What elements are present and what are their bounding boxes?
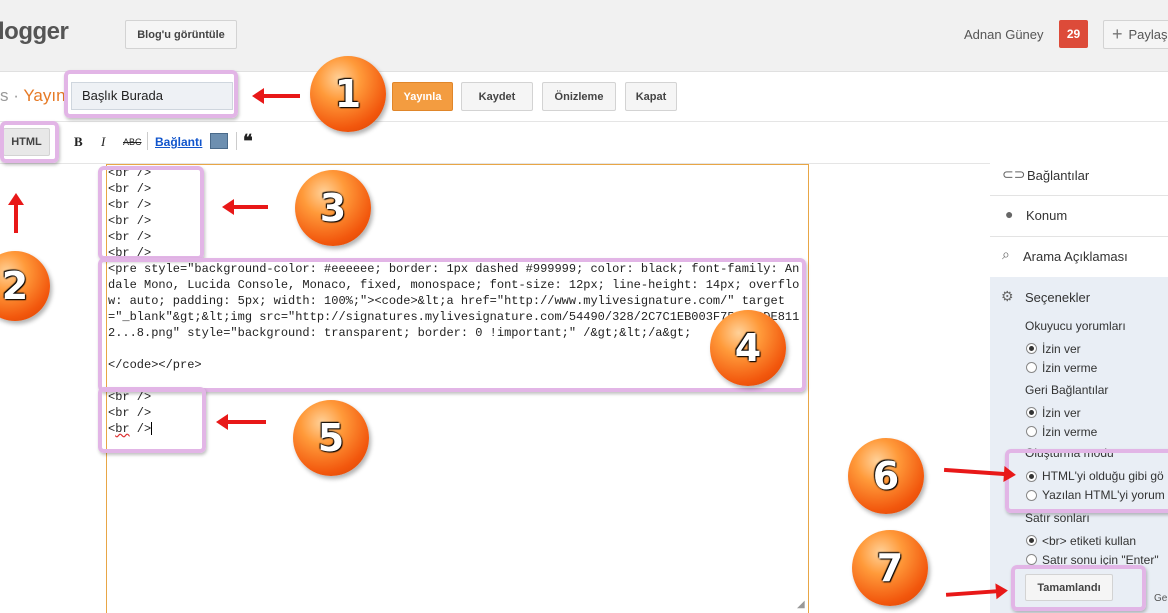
- use-br-label[interactable]: <br> etiketi kullan: [1042, 534, 1136, 548]
- save-button[interactable]: Kaydet: [461, 82, 533, 111]
- highlight-html-tab: [0, 121, 59, 163]
- sidebar-item-search-description[interactable]: ⌕ Arama Açıklaması: [990, 237, 1168, 278]
- radio-backlinks-allow[interactable]: [1026, 407, 1037, 418]
- toolbar-divider: [236, 132, 237, 150]
- bold-button[interactable]: B: [74, 134, 83, 150]
- resize-handle-icon[interactable]: ◢: [797, 599, 805, 610]
- backlinks-disallow-label[interactable]: İzin verme: [1042, 425, 1097, 439]
- callout-1: 1: [310, 56, 386, 132]
- callout-3: 3: [295, 170, 371, 246]
- quote-icon[interactable]: ❝: [243, 131, 253, 152]
- preview-button[interactable]: Önizleme: [542, 82, 616, 111]
- callout-7: 7: [852, 530, 928, 606]
- highlight-done: [1011, 565, 1146, 611]
- radio-use-br[interactable]: [1026, 535, 1037, 546]
- italic-button[interactable]: I: [101, 134, 105, 150]
- notification-badge[interactable]: 29: [1059, 20, 1088, 48]
- radio-comments-disallow[interactable]: [1026, 362, 1037, 373]
- backlinks-label: Geri Bağlantılar: [1025, 383, 1109, 397]
- callout-4: 4: [710, 310, 786, 386]
- arrow-3: [222, 199, 268, 215]
- callout-6: 6: [848, 438, 924, 514]
- reader-comments-label: Okuyucu yorumları: [1025, 319, 1126, 333]
- share-label: Paylaş: [1128, 27, 1168, 42]
- view-blog-button[interactable]: Blog'u görüntüle: [125, 20, 237, 49]
- comments-disallow-label[interactable]: İzin verme: [1042, 361, 1097, 375]
- image-icon[interactable]: [210, 133, 228, 149]
- arrow-5: [216, 414, 266, 430]
- location-pin-icon: ●: [1005, 206, 1014, 222]
- arrow-1: [252, 88, 300, 104]
- radio-enter-line[interactable]: [1026, 554, 1037, 565]
- highlight-compose-mode: [1005, 449, 1168, 513]
- link-button[interactable]: Bağlantı: [155, 135, 202, 149]
- blogger-logo[interactable]: logger: [0, 18, 69, 46]
- radio-comments-allow[interactable]: [1026, 343, 1037, 354]
- share-button[interactable]: + Paylaş: [1103, 20, 1168, 49]
- breadcrumb: s · Yayın: [0, 86, 66, 105]
- backlinks-allow-label[interactable]: İzin ver: [1042, 406, 1081, 420]
- gear-icon: ⚙: [1001, 288, 1014, 304]
- line-breaks-label: Satır sonları: [1025, 511, 1090, 525]
- link-icon: ⊂⊃: [1002, 166, 1026, 182]
- highlight-title: [64, 70, 238, 118]
- arrow-2: [8, 193, 24, 233]
- highlight-pre-block: [98, 258, 806, 392]
- user-name[interactable]: Adnan Güney: [964, 27, 1044, 42]
- highlight-br-top: [98, 166, 204, 260]
- toolbar-divider: [147, 132, 148, 150]
- highlight-br-bottom: [98, 387, 206, 453]
- search-icon: ⌕: [1002, 246, 1010, 262]
- sidebar-item-location[interactable]: ● Konum: [990, 196, 1168, 237]
- radio-backlinks-disallow[interactable]: [1026, 426, 1037, 437]
- plus-icon: +: [1112, 24, 1123, 44]
- comments-allow-label[interactable]: İzin ver: [1042, 342, 1081, 356]
- sidebar-footer-text: Ge: [1154, 593, 1168, 604]
- sidebar-item-links[interactable]: ⊂⊃ Bağlantılar: [990, 155, 1168, 196]
- options-heading[interactable]: Seçenekler: [1025, 290, 1090, 305]
- callout-5: 5: [293, 400, 369, 476]
- publish-button[interactable]: Yayınla: [392, 82, 453, 111]
- strikethrough-button[interactable]: ABC: [123, 137, 142, 147]
- close-button[interactable]: Kapat: [625, 82, 677, 111]
